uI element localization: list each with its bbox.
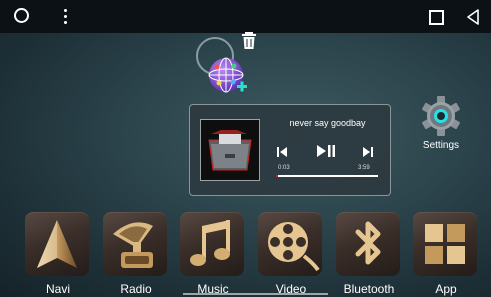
play-pause-icon[interactable] [316,144,336,163]
song-title: never say goodbay [289,118,366,128]
previous-track-icon[interactable] [276,145,288,163]
dock-label-app: App [435,282,457,296]
album-art[interactable] [200,119,260,181]
bluetooth-icon [336,212,400,276]
dock-item-bluetooth[interactable]: Bluetooth [336,212,402,297]
dock-label-navi: Navi [45,282,70,296]
navi-arrow-icon [25,212,89,276]
total-time: 3:59 [358,165,370,171]
dock-label-bluetooth: Bluetooth [343,282,395,296]
dock-item-music[interactable]: Music [180,212,246,297]
globe-widget-icon[interactable] [207,57,249,100]
recents-icon[interactable] [429,10,444,25]
radio-gramophone-icon [103,212,167,276]
video-reel-icon [258,212,322,276]
progress-bar[interactable] [276,175,378,177]
settings-label: Settings [422,140,460,151]
music-note-icon [180,212,244,276]
status-bar [0,0,491,33]
dock-item-app[interactable]: App [413,212,479,297]
dock-item-video[interactable]: Video [258,212,324,297]
trash-icon[interactable] [242,32,256,55]
overflow-menu-icon[interactable] [64,9,68,25]
current-time: 0:03 [278,165,290,171]
music-widget[interactable]: never say goodbay 0:03 3:59 [189,104,391,196]
circle-icon[interactable] [14,8,29,23]
dock-label-radio: Radio [120,282,152,296]
dock-item-radio[interactable]: Radio [103,212,169,297]
settings-gear-icon [422,96,460,136]
back-icon[interactable] [466,9,480,30]
settings-shortcut[interactable]: Settings [418,94,464,156]
app-grid-icon [413,212,477,276]
next-track-icon[interactable] [362,145,374,163]
dock-item-navi[interactable]: Navi [25,212,91,297]
page-indicator [183,293,328,295]
progress-fill [276,175,279,177]
